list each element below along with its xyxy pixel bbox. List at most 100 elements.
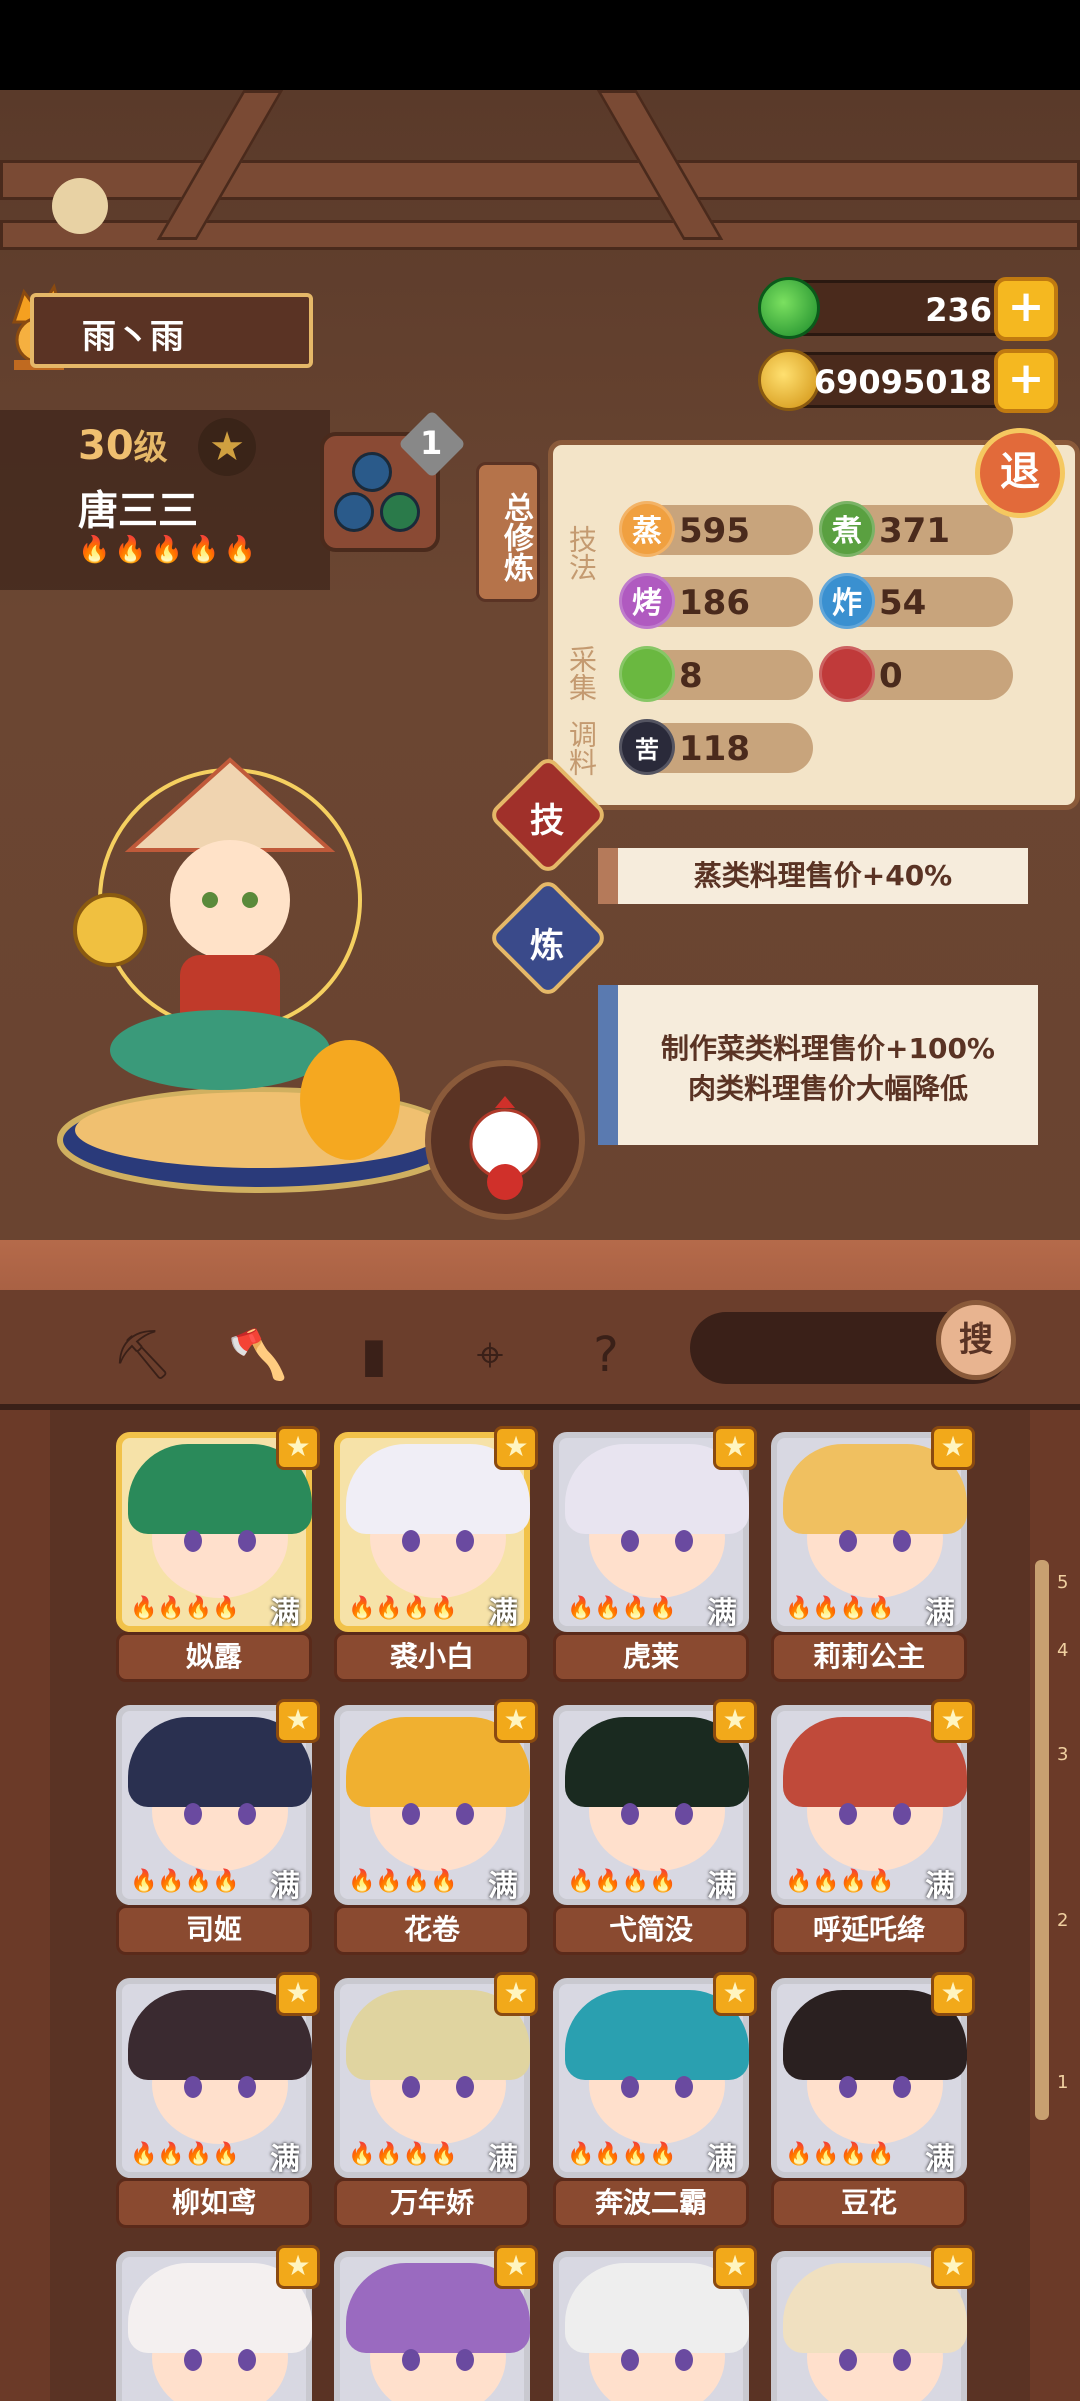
jar-icon[interactable]: ▮ (344, 1325, 404, 1385)
character-card[interactable]: 🔥🔥🔥🔥 满 ★ 弋简没 (553, 1699, 757, 1955)
character-name: 唐三三 (78, 488, 198, 534)
axe-icon[interactable]: 🪓 (228, 1325, 288, 1385)
star-icon: ★ (276, 2245, 320, 2289)
character-name-label: 裘小白 (334, 1632, 530, 1682)
max-label: 满 (707, 2142, 737, 2177)
max-label: 满 (270, 1869, 300, 1904)
scale-tick-label: 1 (1057, 2072, 1069, 2093)
flame-rating: 🔥🔥🔥🔥🔥 (78, 535, 260, 565)
location-pin-icon[interactable]: ⌖ (460, 1325, 520, 1385)
star-icon: ★ (276, 1426, 320, 1470)
eye (675, 2076, 693, 2098)
flame-rating: 🔥🔥🔥🔥 (348, 1596, 458, 1621)
character-card[interactable]: 🔥🔥🔥🔥 满 ★ 奔波二霸 (553, 1972, 757, 2228)
character-card[interactable]: 🔥🔥🔥🔥 满 ★ 姒露 (116, 1426, 320, 1682)
eye (456, 1530, 474, 1552)
star-icon: ★ (931, 1426, 975, 1470)
star-icon: ★ (713, 1972, 757, 2016)
eye (184, 2076, 202, 2098)
max-label: 满 (925, 2142, 955, 2177)
eye (184, 1530, 202, 1552)
eye (402, 2076, 420, 2098)
add-coins-button[interactable]: + (994, 349, 1058, 413)
pet-chicken-button[interactable] (425, 1060, 585, 1220)
eye (621, 1530, 639, 1552)
max-label: 满 (488, 1869, 518, 1904)
character-card[interactable]: 🔥🔥🔥🔥满★ (116, 2245, 320, 2401)
meat-icon (819, 646, 875, 702)
star-icon: ★ (931, 1699, 975, 1743)
scale-tick-label: 2 (1057, 1910, 1069, 1931)
character-card[interactable]: 🔥🔥🔥🔥 满 ★ 柳如鸢 (116, 1972, 320, 2228)
max-label: 满 (270, 1596, 300, 1631)
flame-rating: 🔥🔥🔥🔥 (130, 1869, 240, 1894)
character-card[interactable]: 🔥🔥🔥🔥 满 ★ 万年娇 (334, 1972, 538, 2228)
eye (893, 2349, 911, 2371)
character-card[interactable]: 🔥🔥🔥🔥 满 ★ 裘小白 (334, 1426, 538, 1682)
coin-amount: 69095018 (813, 363, 992, 401)
eye (402, 2349, 420, 2371)
eye (402, 1803, 420, 1825)
character-name-label: 弋简没 (553, 1905, 749, 1955)
eye (238, 2076, 256, 2098)
character-card[interactable]: 🔥🔥🔥🔥满★ (771, 2245, 975, 2401)
stat-meat: 0 (819, 646, 1013, 702)
exit-button[interactable]: 退 (975, 428, 1065, 518)
eye (675, 2349, 693, 2371)
character-card[interactable]: 🔥🔥🔥🔥 满 ★ 虎莱 (553, 1426, 757, 1682)
eye (238, 2349, 256, 2371)
cabbage-icon (619, 646, 675, 702)
max-label: 满 (270, 2142, 300, 2177)
jade-amount: 236 (925, 291, 992, 329)
character-card[interactable]: 🔥🔥🔥🔥满★ (334, 2245, 538, 2401)
character-name-label: 姒露 (116, 1632, 312, 1682)
star-icon: ★ (494, 1426, 538, 1470)
technique-label: 技法 (565, 525, 598, 581)
character-card[interactable]: 🔥🔥🔥🔥 满 ★ 司姬 (116, 1699, 320, 1955)
skill-slot-icon (334, 492, 374, 532)
character-card[interactable]: 🔥🔥🔥🔥 满 ★ 豆花 (771, 1972, 975, 2228)
technique-skill-ribbon: 蒸类料理售价+40% (598, 848, 1028, 904)
star-icon[interactable]: ★ (198, 418, 256, 476)
eye (456, 2076, 474, 2098)
eye (675, 1530, 693, 1552)
character-name-label: 豆花 (771, 2178, 967, 2228)
search-button[interactable]: 搜 (936, 1300, 1016, 1380)
star-icon: ★ (713, 2245, 757, 2289)
character-card[interactable]: 🔥🔥🔥🔥 满 ★ 莉莉公主 (771, 1426, 975, 1682)
character-card[interactable]: 🔥🔥🔥🔥满★ (553, 2245, 757, 2401)
max-label: 满 (488, 2142, 518, 2177)
max-label: 满 (925, 1596, 955, 1631)
player-name-plate[interactable]: 雨丶雨 (30, 293, 313, 368)
add-jade-button[interactable]: + (994, 277, 1058, 341)
help-book-icon[interactable]: ? (576, 1325, 636, 1385)
flame-rating: 🔥🔥🔥🔥 (130, 2142, 240, 2167)
eye (839, 2349, 857, 2371)
eye (621, 2076, 639, 2098)
stat-fry: 炸 54 (819, 573, 1013, 629)
shovel-icon[interactable]: ⛏ (112, 1325, 173, 1385)
eye (839, 1803, 857, 1825)
eye (893, 1803, 911, 1825)
eye (402, 1530, 420, 1552)
character-card[interactable]: 🔥🔥🔥🔥 满 ★ 花卷 (334, 1699, 538, 1955)
chick-decoration (52, 178, 108, 234)
refine-skill-line2: 肉类料理售价大幅降低 (687, 1072, 968, 1105)
eye (184, 1803, 202, 1825)
flame-rating: 🔥🔥🔥🔥 (567, 2142, 677, 2167)
scroll-scale[interactable] (1035, 1560, 1049, 2120)
total-cultivation-tab[interactable]: 总修炼 (476, 462, 540, 602)
flame-rating: 🔥🔥🔥🔥 (567, 1596, 677, 1621)
gather-label: 采集 (565, 645, 598, 701)
coin-currency: 69095018 + (758, 349, 1058, 413)
eye (238, 1803, 256, 1825)
seasoning-label: 调料 (565, 720, 598, 776)
skill-slot-icon (352, 452, 392, 492)
character-card[interactable]: 🔥🔥🔥🔥 满 ★ 呼延吒绛 (771, 1699, 975, 1955)
player-name: 雨丶雨 (82, 317, 184, 357)
flame-rating: 🔥🔥🔥🔥 (130, 1596, 240, 1621)
stat-roast: 烤 186 (619, 573, 813, 629)
steam-badge-icon: 蒸 (619, 501, 675, 557)
character-figure (57, 757, 460, 1193)
technique-skill-char: 技 (530, 801, 564, 841)
